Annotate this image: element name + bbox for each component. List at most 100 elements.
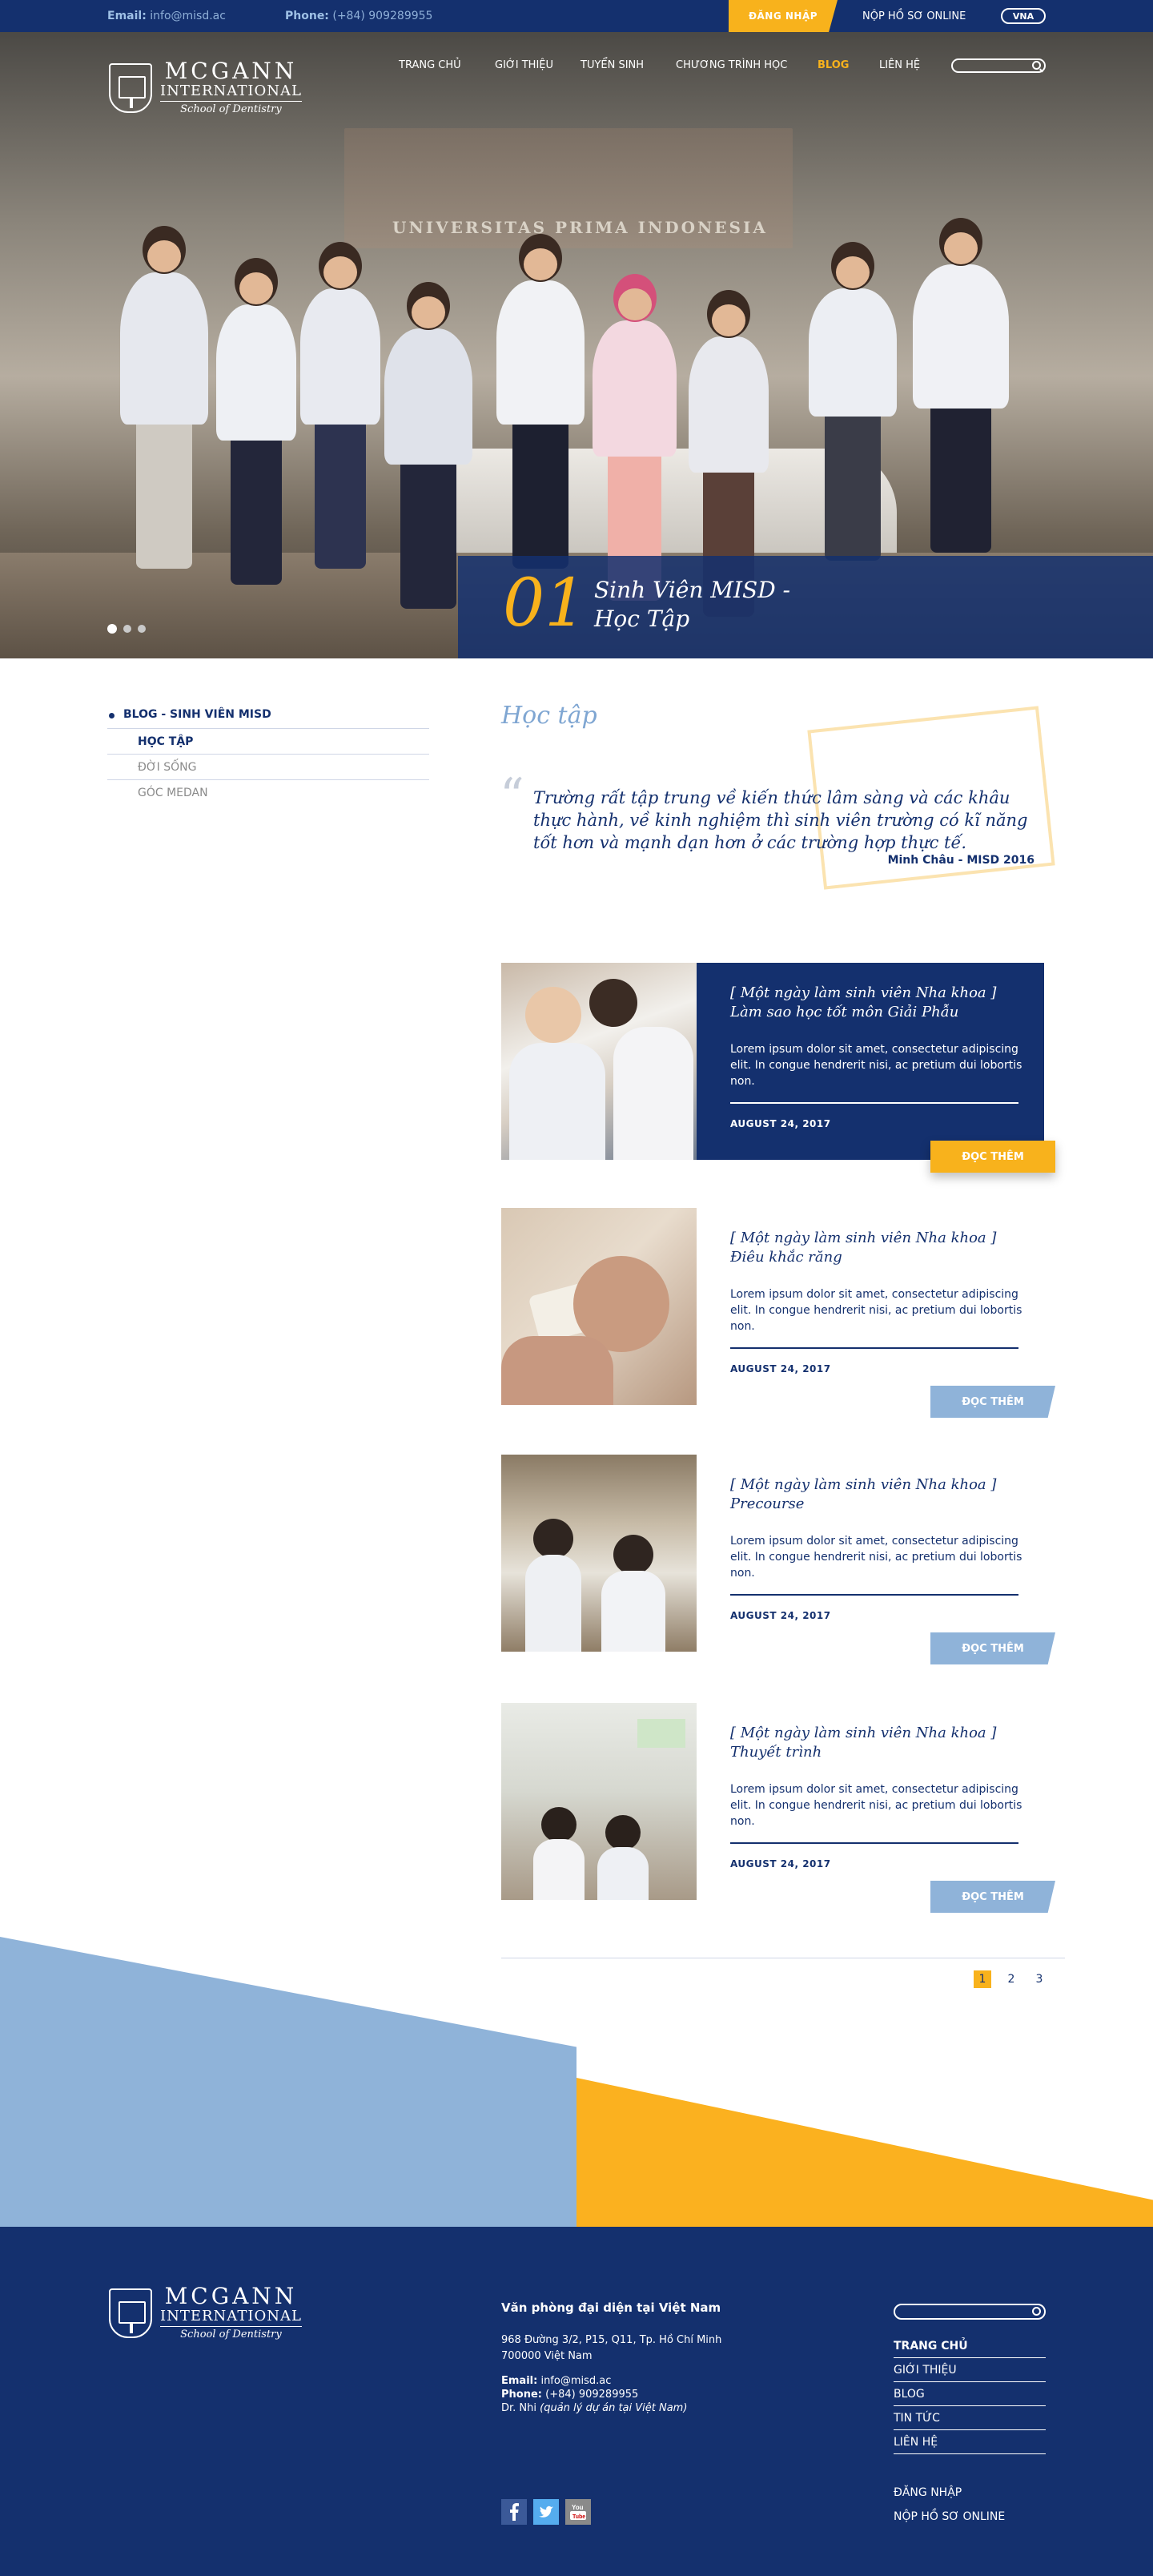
post-thumbnail[interactable] [501, 963, 697, 1160]
footer-nav-gioi-thieu[interactable]: GIỚI THIỆU [894, 2358, 1046, 2382]
sidebar-category[interactable]: BLOG - SINH VIÊN MISD [107, 708, 429, 729]
logo-line-1: MCGANN [164, 58, 298, 84]
hero-caption: 01 Sinh Viên MISD - Học Tập [458, 556, 1153, 658]
top-bar: Email: info@misd.ac Phone: (+84) 9092899… [0, 0, 1153, 32]
blog-post-card: [ Một ngày làm sinh viên Nha khoa ] Làm … [501, 963, 1057, 1173]
post-date: AUGUST 24, 2017 [730, 1363, 831, 1375]
nav-item-lien-he[interactable]: LIÊN HỆ [879, 59, 920, 71]
blog-post-card: [ Một ngày làm sinh viên Nha khoa ] Thuy… [501, 1703, 1057, 1913]
post-title[interactable]: [ Một ngày làm sinh viên Nha khoa ] Làm … [730, 984, 1026, 1022]
search-icon[interactable] [1032, 61, 1041, 70]
sidebar-item-goc-medan[interactable]: GÓC MEDAN [107, 780, 429, 806]
nav-item-chuong-trinh-hoc[interactable]: CHƯƠNG TRÌNH HỌC [676, 59, 787, 71]
post-title-line-1: [ Một ngày làm sinh viên Nha khoa ] [730, 984, 997, 1001]
nav-item-trang-chu[interactable]: TRANG CHỦ [399, 59, 461, 71]
login-button[interactable]: ĐĂNG NHẬP [729, 0, 838, 32]
footer-phone-link[interactable]: (+84) 909289955 [545, 2389, 638, 2401]
post-title-line-2: Thuyết trình [730, 1744, 822, 1761]
nav-item-gioi-thieu[interactable]: GIỚI THIỆU [495, 59, 553, 71]
slider-dot[interactable] [138, 625, 146, 633]
hero-slide-number: 01 [503, 566, 587, 642]
sidebar-item-hoc-tap[interactable]: HỌC TẬP [107, 729, 429, 755]
manager-name: Dr. Nhi [501, 2402, 537, 2414]
post-title[interactable]: [ Một ngày làm sinh viên Nha khoa ] Điêu… [730, 1229, 1026, 1267]
logo-line-1: MCGANN [164, 2283, 298, 2309]
svg-text:You: You [572, 2504, 584, 2511]
footer-nav-lien-he[interactable]: LIÊN HỆ [894, 2430, 1046, 2454]
search-input[interactable] [951, 58, 1046, 73]
phone-link[interactable]: (+84) 909289955 [332, 10, 432, 22]
post-excerpt: Lorem ipsum dolor sit amet, consectetur … [730, 1783, 1022, 1828]
page-link-3[interactable]: 3 [1030, 1970, 1048, 1988]
footer-search-input[interactable] [894, 2304, 1046, 2320]
phone-label: Phone: [285, 10, 329, 22]
footer: MCGANN INTERNATIONAL School of Dentistry… [0, 2227, 1153, 2576]
post-title[interactable]: [ Một ngày làm sinh viên Nha khoa ] Thuy… [730, 1724, 1026, 1762]
post-excerpt: Lorem ipsum dolor sit amet, consectetur … [730, 1288, 1022, 1333]
post-body: [ Một ngày làm sinh viên Nha khoa ] Điêu… [697, 1208, 1044, 1405]
youtube-icon[interactable]: You Tube [565, 2499, 591, 2525]
post-title-line-1: [ Một ngày làm sinh viên Nha khoa ] [730, 1725, 997, 1741]
blog-post-card: [ Một ngày làm sinh viên Nha khoa ] Điêu… [501, 1208, 1057, 1418]
post-body: [ Một ngày làm sinh viên Nha khoa ] Thuy… [697, 1703, 1044, 1900]
search-icon[interactable] [1032, 2307, 1041, 2316]
post-divider [730, 1347, 1018, 1349]
post-title-line-1: [ Một ngày làm sinh viên Nha khoa ] [730, 1476, 997, 1493]
footer-apply-link[interactable]: NỘP HỒ SƠ ONLINE [894, 2510, 1005, 2523]
post-title-line-2: Precourse [730, 1495, 805, 1512]
read-more-button[interactable]: ĐỌC THÊM [930, 1141, 1055, 1173]
site-logo[interactable]: MCGANN INTERNATIONAL School of Dentistry [109, 59, 302, 117]
post-divider [730, 1842, 1018, 1844]
read-more-button[interactable]: ĐỌC THÊM [930, 1881, 1055, 1913]
topbar-phone: Phone: (+84) 909289955 [285, 10, 432, 22]
read-more-button[interactable]: ĐỌC THÊM [930, 1386, 1055, 1418]
nav-item-blog[interactable]: BLOG [818, 59, 849, 71]
footer-logo[interactable]: MCGANN INTERNATIONAL School of Dentistry [109, 2284, 302, 2342]
read-more-button[interactable]: ĐỌC THÊM [930, 1632, 1055, 1664]
slider-dot[interactable] [123, 625, 131, 633]
blog-post-card: [ Một ngày làm sinh viên Nha khoa ] Prec… [501, 1455, 1057, 1664]
logo-line-2: INTERNATIONAL [160, 2308, 302, 2324]
slider-dot[interactable] [107, 624, 117, 634]
post-thumbnail[interactable] [501, 1703, 697, 1900]
post-thumbnail[interactable] [501, 1208, 697, 1405]
slider-dots [107, 624, 152, 634]
footer-nav-tin-tuc[interactable]: TIN TỨC [894, 2406, 1046, 2430]
nav-item-tuyen-sinh[interactable]: TUYỂN SINH [581, 59, 644, 71]
post-title-line-2: Điêu khắc răng [730, 1249, 842, 1266]
footer-nav-trang-chu[interactable]: TRANG CHỦ [894, 2334, 1046, 2358]
office-title: Văn phòng đại diện tại Việt Nam [501, 2300, 721, 2315]
post-title[interactable]: [ Một ngày làm sinh viên Nha khoa ] Prec… [730, 1475, 1026, 1514]
post-title-line-1: [ Một ngày làm sinh viên Nha khoa ] [730, 1230, 997, 1246]
topbar-email: Email: info@misd.ac [107, 10, 226, 22]
email-link[interactable]: info@misd.ac [150, 10, 226, 22]
office-address: 968 Đường 3/2, P15, Q11, Tp. Hồ Chí Minh… [501, 2332, 757, 2365]
crest-icon [109, 63, 152, 113]
testimonial-quote: Trường rất tập trung về kiến thức lâm sà… [533, 788, 1028, 852]
hero-slider: UNIVERSITAS PRIMA INDONESIA MCGANN INTER… [0, 32, 1153, 658]
post-excerpt: Lorem ipsum dolor sit amet, consectetur … [730, 1043, 1022, 1088]
logo-line-3: School of Dentistry [160, 101, 302, 117]
hero-sign: UNIVERSITAS PRIMA INDONESIA [392, 218, 768, 237]
page-link-2[interactable]: 2 [1002, 1970, 1020, 1988]
address-line-2: 700000 Việt Nam [501, 2350, 593, 2362]
footer-nav-blog[interactable]: BLOG [894, 2382, 1046, 2406]
testimonial-author: Minh Châu - MISD 2016 [887, 854, 1034, 867]
post-thumbnail[interactable] [501, 1455, 697, 1652]
address-line-1: 968 Đường 3/2, P15, Q11, Tp. Hồ Chí Minh [501, 2334, 722, 2346]
post-excerpt: Lorem ipsum dolor sit amet, consectetur … [730, 1535, 1022, 1580]
post-body: [ Một ngày làm sinh viên Nha khoa ] Làm … [697, 963, 1044, 1160]
facebook-icon[interactable] [501, 2499, 527, 2525]
post-divider [730, 1102, 1018, 1104]
phone-label: Phone: [501, 2389, 542, 2401]
footer-login-link[interactable]: ĐĂNG NHẬP [894, 2486, 962, 2499]
sidebar-item-doi-song[interactable]: ĐỜI SỐNG [107, 755, 429, 780]
crest-icon [109, 2288, 152, 2338]
language-button[interactable]: VNA [1001, 8, 1046, 24]
apply-online-link[interactable]: NỘP HỒ SƠ ONLINE [862, 10, 966, 22]
footer-email-link[interactable]: info@misd.ac [540, 2375, 611, 2387]
twitter-icon[interactable] [533, 2499, 559, 2525]
post-title-line-2: Làm sao học tốt môn Giải Phẫu [730, 1004, 959, 1020]
page-link-1[interactable]: 1 [974, 1970, 991, 1988]
post-date: AUGUST 24, 2017 [730, 1610, 831, 1621]
